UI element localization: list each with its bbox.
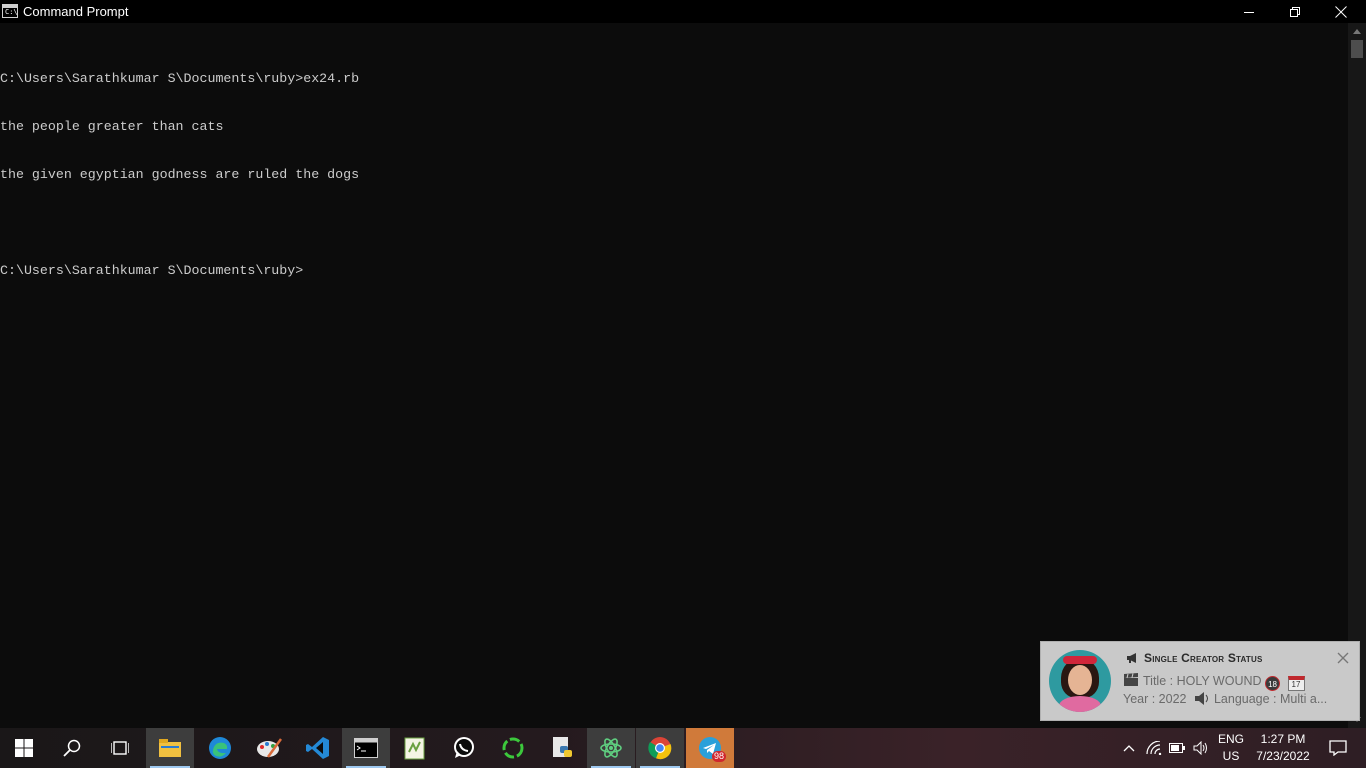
minimize-button[interactable] (1226, 0, 1272, 23)
volume-button[interactable] (1189, 728, 1213, 768)
console-line: C:\Users\Sarathkumar S\Documents\ruby>ex… (0, 71, 360, 86)
notification-language-text: Language : Multi a... (1213, 692, 1328, 706)
notification-title-text: Title : HOLY WOUND (1143, 674, 1262, 688)
age-rating-badge: 18 (1265, 676, 1281, 691)
show-hidden-icons-button[interactable] (1117, 728, 1141, 768)
clock[interactable]: 1:27 PM 7/23/2022 (1252, 728, 1314, 768)
avatar (1049, 650, 1111, 712)
task-view-button[interactable] (96, 728, 144, 768)
taskbar: 98 ENG US 1:27 PM 7/23/2022 (0, 728, 1366, 768)
notification-icon (1329, 740, 1347, 756)
notepad-icon (404, 737, 425, 760)
search-icon (63, 739, 81, 757)
chevron-up-icon (1123, 745, 1135, 752)
paint-palette-icon (257, 738, 282, 758)
window-title: Command Prompt (23, 4, 129, 19)
chevron-up-icon (1353, 29, 1361, 34)
notification-heading: Single Creator Status (1127, 651, 1263, 665)
notification-line-details: Year : 2022 Language : Multi a... (1123, 691, 1353, 706)
atom-icon (600, 738, 622, 758)
task-view-icon (111, 741, 129, 755)
notification-close-button[interactable] (1337, 651, 1351, 665)
windows-logo-icon (15, 739, 33, 757)
cmd-icon[interactable]: C:\ (2, 4, 18, 18)
megaphone-icon (1127, 651, 1138, 665)
cmd-icon (354, 738, 378, 758)
chrome-icon (648, 737, 672, 760)
taskbar-refresh-app[interactable] (489, 728, 537, 768)
taskbar-file-explorer[interactable] (146, 728, 194, 768)
restore-icon (1290, 6, 1300, 17)
taskbar-command-prompt[interactable] (342, 728, 390, 768)
speaker-icon (1193, 741, 1207, 755)
notification-toast[interactable]: Single Creator Status Title : HOLY WOUND… (1040, 641, 1360, 721)
start-button[interactable] (0, 728, 48, 768)
taskbar-telegram[interactable]: 98 (686, 728, 734, 768)
python-icon (553, 737, 572, 757)
taskbar-python[interactable] (538, 728, 586, 768)
wifi-icon (1146, 741, 1162, 755)
minimize-icon (1244, 11, 1254, 13)
whatsapp-icon (454, 737, 474, 758)
notification-year-text: Year : 2022 (1123, 692, 1187, 706)
edge-icon (209, 737, 231, 759)
console-line: the people greater than cats (0, 119, 224, 134)
close-icon (1335, 5, 1347, 18)
calendar-icon: 17 (1287, 676, 1305, 691)
restore-button[interactable] (1272, 0, 1318, 23)
search-button[interactable] (48, 728, 96, 768)
scroll-up-button[interactable] (1348, 23, 1366, 40)
cmd-icon-prompt: C:\ (5, 8, 18, 16)
taskbar-edge[interactable] (196, 728, 244, 768)
scroll-thumb[interactable] (1351, 40, 1363, 58)
title-bar[interactable]: C:\ Command Prompt (0, 0, 1366, 23)
battery-icon (1169, 743, 1185, 753)
taskbar-chrome[interactable] (636, 728, 684, 768)
clock-date: 7/23/2022 (1256, 749, 1310, 763)
region-code: US (1222, 749, 1240, 763)
console-prompt-line: C:\Users\Sarathkumar S\Documents\ruby> (0, 263, 304, 278)
close-button[interactable] (1318, 0, 1364, 23)
circle-arrows-icon (502, 737, 524, 759)
language-indicator[interactable]: ENG US (1214, 728, 1248, 768)
taskbar-atom[interactable] (587, 728, 635, 768)
console-line: the given egyptian godness are ruled the… (0, 167, 360, 182)
taskbar-vscode[interactable] (294, 728, 342, 768)
vscode-icon (306, 737, 329, 759)
battery-button[interactable] (1166, 728, 1188, 768)
notification-heading-text: Single Creator Status (1144, 651, 1263, 665)
telegram-badge: 98 (712, 751, 727, 762)
clapperboard-icon (1123, 673, 1139, 688)
network-button[interactable] (1143, 728, 1165, 768)
speaker-icon (1194, 691, 1210, 706)
notification-line-title: Title : HOLY WOUND 18 17 (1123, 673, 1305, 691)
action-center-button[interactable] (1318, 728, 1358, 768)
folder-icon (159, 739, 181, 757)
clock-time: 1:27 PM (1260, 732, 1306, 746)
taskbar-whatsapp[interactable] (440, 728, 488, 768)
close-icon (1337, 652, 1349, 664)
language-code: ENG (1217, 732, 1244, 746)
taskbar-notepad-plus[interactable] (391, 728, 439, 768)
console-output[interactable]: C:\Users\Sarathkumar S\Documents\ruby>ex… (0, 39, 1348, 728)
taskbar-paint[interactable] (245, 728, 293, 768)
vertical-scrollbar[interactable] (1348, 23, 1366, 728)
